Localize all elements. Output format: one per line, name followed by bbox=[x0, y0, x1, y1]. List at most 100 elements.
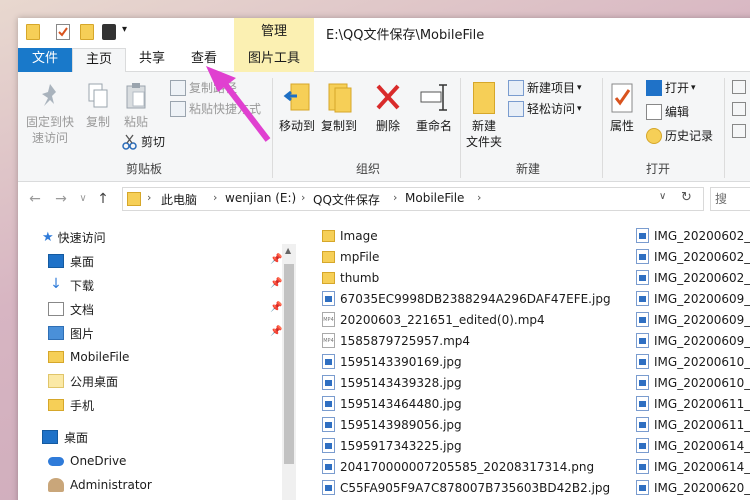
properties-icon bbox=[610, 82, 634, 114]
recent-locations-chevron-icon[interactable]: ∨ bbox=[74, 190, 92, 208]
list-item[interactable]: IMG_20200609_1856 bbox=[636, 309, 750, 330]
open-button[interactable]: 打开 ▾ bbox=[646, 78, 696, 98]
breadcrumb-separator-icon[interactable]: › bbox=[477, 191, 481, 204]
nav-item-documents[interactable]: 文档 bbox=[48, 298, 94, 320]
pin-icon[interactable]: 📌 bbox=[270, 278, 282, 289]
file-name: 1585879725957.mp4 bbox=[340, 333, 471, 348]
file-name: C55FA905F9A7C878007B735603BD42B2.jpg bbox=[340, 480, 611, 495]
properties-quick-icon[interactable] bbox=[56, 24, 70, 40]
list-item[interactable]: IMG_20200610_1340 bbox=[636, 372, 750, 393]
tab-home[interactable]: 主页 bbox=[72, 48, 126, 73]
paste-shortcut-button[interactable]: 粘贴快捷方式 bbox=[170, 99, 261, 119]
nav-quick-access[interactable]: ★ 快速访问 bbox=[42, 226, 106, 248]
list-item[interactable]: IMG_20200602_1822 bbox=[636, 267, 750, 288]
list-item[interactable]: 1595143464480.jpg bbox=[322, 393, 462, 414]
list-item[interactable]: MP4 1585879725957.mp4 bbox=[322, 330, 470, 351]
tab-share[interactable]: 共享 bbox=[130, 48, 174, 72]
up-arrow-icon[interactable]: ↑ bbox=[94, 190, 112, 208]
list-item[interactable]: IMG_20200614_1459 bbox=[636, 456, 750, 477]
list-item[interactable]: 1595143989056.jpg bbox=[322, 414, 462, 435]
new-folder-quick-icon[interactable] bbox=[80, 24, 94, 40]
history-button[interactable]: 历史记录 bbox=[646, 126, 713, 146]
breadcrumb-separator-icon[interactable]: › bbox=[393, 191, 397, 204]
nav-onedrive[interactable]: OneDrive bbox=[48, 450, 126, 472]
list-item[interactable]: C55FA905F9A7C878007B735603BD42B2.jpg bbox=[322, 477, 610, 498]
refresh-icon[interactable]: ↻ bbox=[681, 190, 692, 205]
list-item[interactable]: IMG_20200620_1647 bbox=[636, 477, 750, 498]
nav-item-pictures[interactable]: 图片 bbox=[48, 322, 94, 344]
breadcrumb-separator-icon[interactable]: › bbox=[301, 191, 305, 204]
ribbon: 固定到快速访问 复制 粘贴 复制路径 粘贴快捷方式 剪切 剪贴板 移动到 复制到… bbox=[18, 72, 750, 182]
select-none-icon[interactable] bbox=[732, 102, 746, 116]
copy-button[interactable]: 复制 bbox=[80, 82, 116, 130]
address-dropdown-chevron-icon[interactable]: ∨ bbox=[659, 191, 666, 202]
list-item[interactable]: IMG_20200610_1335 bbox=[636, 351, 750, 372]
address-box[interactable]: › 此电脑 › wenjian (E:) › QQ文件保存 › MobileFi… bbox=[122, 187, 704, 211]
list-item[interactable]: Image bbox=[322, 225, 378, 246]
list-item[interactable]: 204170000007205585_20208317314.png bbox=[322, 456, 594, 477]
nav-item-mobilefile[interactable]: MobileFile bbox=[48, 346, 129, 368]
breadcrumb-drive[interactable]: wenjian (E:) bbox=[225, 191, 296, 205]
edit-button[interactable]: 编辑 bbox=[646, 102, 689, 122]
properties-button[interactable]: 属性 bbox=[604, 82, 640, 134]
list-item[interactable]: thumb bbox=[322, 267, 379, 288]
pin-icon[interactable]: 📌 bbox=[270, 302, 282, 313]
breadcrumb-separator-icon[interactable]: › bbox=[213, 191, 217, 204]
invert-selection-icon[interactable] bbox=[732, 124, 746, 138]
list-item[interactable]: 1595917343225.jpg bbox=[322, 435, 462, 456]
list-item[interactable]: 1595143439328.jpg bbox=[322, 372, 462, 393]
scroll-up-arrow-icon[interactable]: ▲ bbox=[285, 246, 291, 255]
list-item[interactable]: 1595143390169.jpg bbox=[322, 351, 462, 372]
nav-desktop-root[interactable]: 桌面 bbox=[42, 426, 88, 448]
nav-scrollbar[interactable]: ▲ bbox=[282, 244, 296, 500]
tab-view[interactable]: 查看 bbox=[182, 48, 226, 72]
select-all-icon[interactable] bbox=[732, 80, 746, 94]
list-item[interactable]: mpFile bbox=[322, 246, 379, 267]
back-arrow-icon[interactable]: ← bbox=[26, 190, 44, 208]
tab-picture-tools[interactable]: 图片工具 bbox=[234, 48, 314, 72]
list-item[interactable]: MP4 20200603_221651_edited(0).mp4 bbox=[322, 309, 545, 330]
breadcrumb-qq-folder[interactable]: QQ文件保存 bbox=[313, 191, 380, 208]
delete-button[interactable]: 删除 bbox=[368, 82, 408, 134]
easy-access-button[interactable]: 轻松访问 ▾ bbox=[508, 99, 582, 119]
quick-access-toolbar-dropdown-icon[interactable]: ▾ bbox=[122, 24, 127, 35]
breadcrumb-separator-icon[interactable]: › bbox=[147, 191, 151, 204]
list-item[interactable]: IMG_20200609_1913 bbox=[636, 330, 750, 351]
nav-item-phone[interactable]: 手机 bbox=[48, 394, 94, 416]
move-to-label: 移动到 bbox=[278, 119, 315, 133]
ribbon-divider bbox=[272, 78, 273, 178]
tab-file[interactable]: 文件 bbox=[18, 48, 72, 72]
new-item-button[interactable]: 新建项目 ▾ bbox=[508, 78, 582, 98]
nav-administrator[interactable]: Administrator bbox=[48, 474, 152, 496]
pin-icon[interactable]: 📌 bbox=[270, 326, 282, 337]
breadcrumb-mobilefile[interactable]: MobileFile bbox=[405, 191, 464, 205]
file-name: IMG_20200602_1821 bbox=[654, 228, 750, 243]
list-item[interactable]: IMG_20200602_1821 bbox=[636, 246, 750, 267]
camera-icon[interactable] bbox=[102, 24, 116, 40]
pin-icon[interactable]: 📌 bbox=[270, 254, 282, 265]
window-title: E:\QQ文件保存\MobileFile bbox=[326, 28, 485, 43]
copy-path-button[interactable]: 复制路径 bbox=[170, 78, 237, 98]
scroll-thumb[interactable] bbox=[284, 264, 294, 464]
nav-item-downloads[interactable]: ↓ 下载 bbox=[48, 274, 94, 296]
nav-item-desktop[interactable]: 桌面 bbox=[48, 250, 94, 272]
cut-button[interactable]: 剪切 bbox=[122, 132, 165, 152]
paste-button[interactable]: 粘贴 bbox=[118, 82, 154, 130]
pin-to-quick-access-button[interactable]: 固定到快速访问 bbox=[22, 82, 78, 146]
list-item[interactable]: IMG_20200602_1821 bbox=[636, 225, 750, 246]
search-input[interactable]: 搜 bbox=[710, 187, 750, 211]
list-item[interactable]: IMG_20200611_1516 bbox=[636, 414, 750, 435]
forward-arrow-icon[interactable]: → bbox=[52, 190, 70, 208]
rename-button[interactable]: 重命名 bbox=[410, 82, 458, 134]
edit-label: 编辑 bbox=[665, 105, 690, 119]
nav-item-public-desktop[interactable]: 公用桌面 bbox=[48, 370, 118, 392]
breadcrumb-this-pc[interactable]: 此电脑 bbox=[161, 191, 197, 208]
copy-to-button[interactable]: 复制到 bbox=[318, 82, 360, 134]
list-item[interactable]: IMG_20200609_1019 bbox=[636, 288, 750, 309]
tab-manage[interactable]: 管理 bbox=[234, 18, 314, 48]
move-to-button[interactable]: 移动到 bbox=[276, 82, 318, 134]
list-item[interactable]: IMG_20200614_1457 bbox=[636, 435, 750, 456]
list-item[interactable]: 67035EC9998DB2388294A296DAF47EFE.jpg bbox=[322, 288, 611, 309]
new-folder-button[interactable]: 新建 文件夹 bbox=[464, 82, 504, 150]
list-item[interactable]: IMG_20200611_1435 bbox=[636, 393, 750, 414]
